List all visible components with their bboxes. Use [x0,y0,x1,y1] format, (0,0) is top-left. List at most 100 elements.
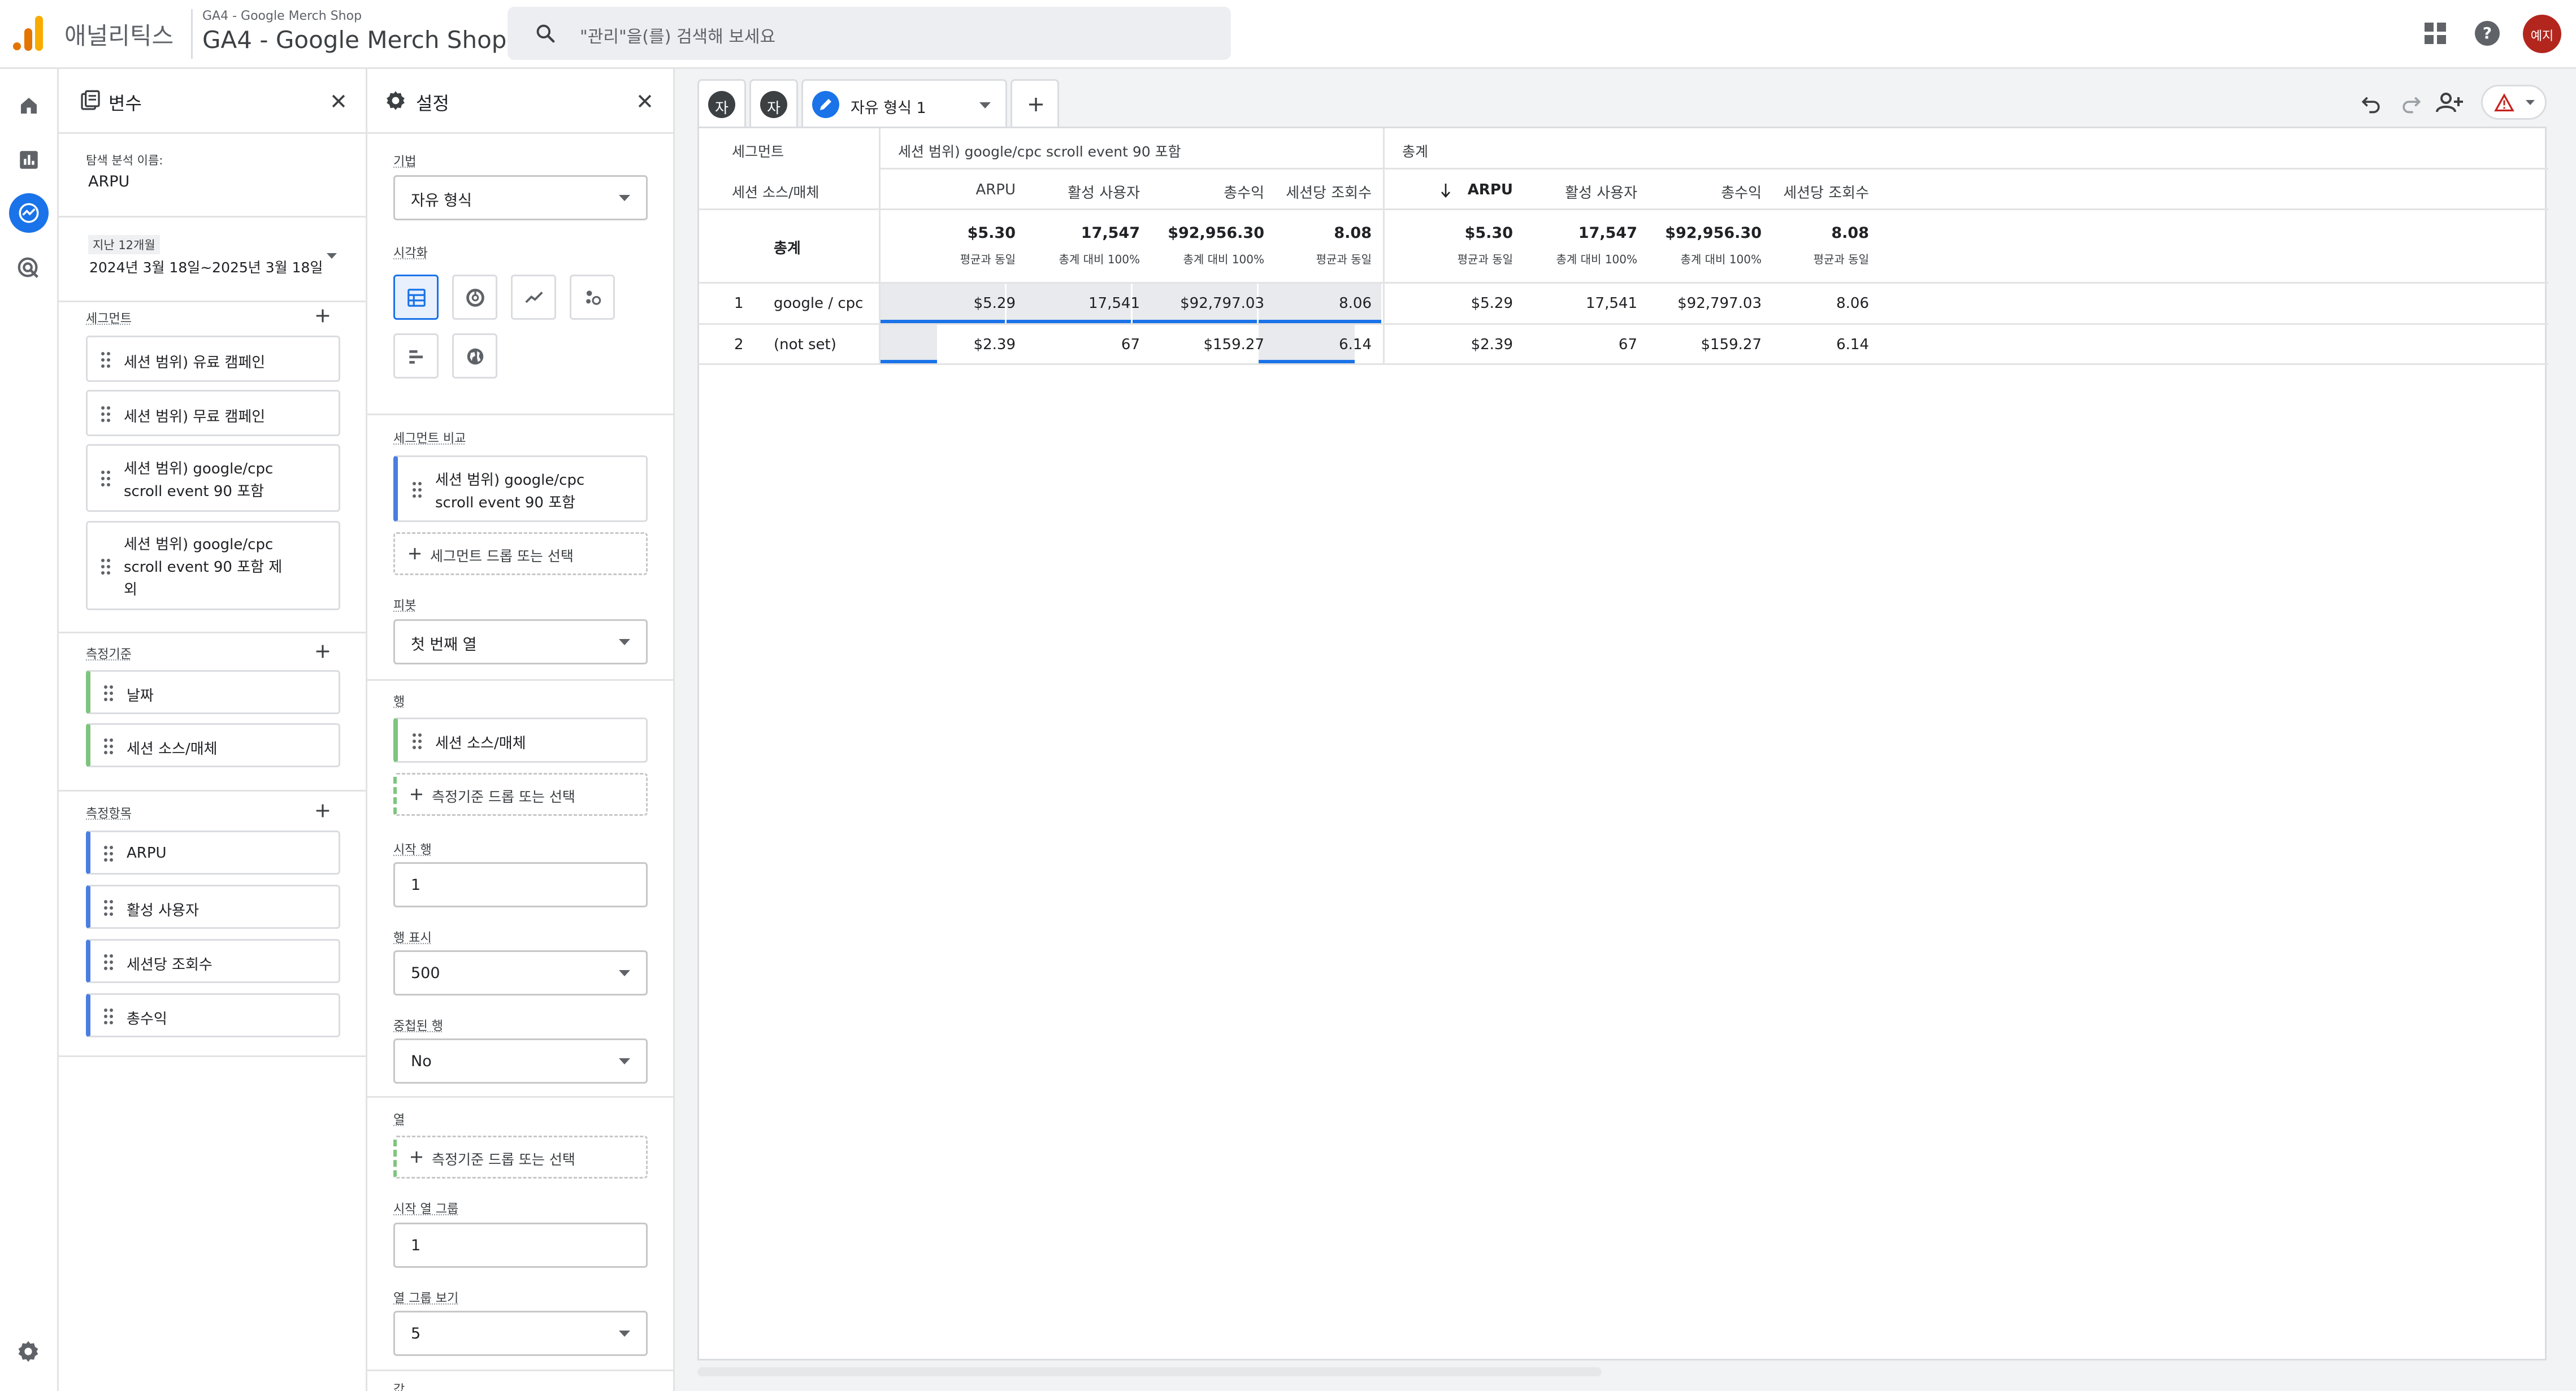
metric-chip[interactable]: 세션당 조회수 [86,939,340,983]
viz-donut-button[interactable] [452,275,497,320]
dimension-chip[interactable]: 날짜 [86,670,340,714]
close-icon[interactable] [635,92,654,111]
divider [59,790,367,792]
viz-table-button[interactable] [393,275,439,320]
search-bar[interactable]: "관리"을(를) 검색해 보세요 [508,7,1231,60]
share-user-icon[interactable] [2435,89,2464,116]
column-header-views-per-session[interactable]: 세션당 조회수 [1264,181,1372,202]
segment-drop-zone[interactable]: 세그먼트 드롭 또는 선택 [393,532,648,575]
show-col-groups-select[interactable]: 5 [393,1311,648,1356]
drag-handle-icon[interactable] [104,685,113,701]
segment-label-line2: scroll event 90 포함 제 [124,559,283,576]
horizontal-scrollbar[interactable] [697,1367,1602,1376]
drag-handle-icon[interactable] [104,954,113,970]
divider [59,301,367,302]
product-name[interactable]: 애널리틱스 [64,17,174,51]
totals-group-title: 총계 [1402,144,1429,160]
segment-chip[interactable]: 세션 범위) google/cpc scroll event 90 포함 [86,444,340,512]
row-dimension-drop-zone[interactable]: 측정기준 드롭 또는 선택 [393,773,648,816]
date-range-picker[interactable]: 지난 12개월 2024년 3월 18일~2025년 3월 18일 [85,232,345,282]
search-input[interactable]: "관리"을(를) 검색해 보세요 [580,23,775,47]
add-tab-button[interactable] [1011,79,1059,127]
drag-handle-icon[interactable] [104,1009,113,1024]
segment-group-title: 세션 범위) google/cpc scroll event 90 포함 [898,144,1181,160]
start-col-group-input[interactable]: 1 [393,1223,648,1268]
table-row[interactable]: 1 google / cpc $5.29 17,541 $92,797.03 8… [699,284,2548,323]
dimension-chip[interactable]: 세션 소스/매체 [86,723,340,767]
column-header-arpu[interactable]: ARPU [914,181,1016,198]
add-icon [408,786,425,803]
home-icon[interactable] [17,94,41,118]
drag-handle-icon[interactable] [101,471,110,486]
reports-icon[interactable] [17,148,41,172]
advertising-icon[interactable] [16,255,42,281]
drag-handle-icon[interactable] [101,352,110,368]
add-dimension-icon[interactable] [313,642,332,661]
start-row-value: 1 [411,876,421,894]
viz-scatter-button[interactable] [570,275,615,320]
drag-handle-icon[interactable] [104,900,113,916]
dimension-column-header[interactable]: 세션 소스/매체 [732,181,819,202]
drag-handle-icon[interactable] [413,733,422,749]
start-row-input[interactable]: 1 [393,862,648,907]
tab-label: 자 [767,100,780,117]
add-segment-icon[interactable] [313,306,332,325]
analytics-logo-icon[interactable] [12,16,44,51]
tab-active[interactable]: 자유 형식 1 [801,79,1007,127]
segment-chip[interactable]: 세션 범위) 유료 캠페인 [86,336,340,382]
drag-handle-icon[interactable] [104,846,113,862]
total-value: $5.30 [967,224,1016,242]
pivot-select[interactable]: 첫 번째 열 [393,619,648,664]
drag-handle-icon[interactable] [101,559,110,575]
viz-line-button[interactable] [511,275,556,320]
segment-chip[interactable]: 세션 범위) google/cpc scroll event 90 포함 제 외 [86,521,340,610]
total-sub: 총계 대비 100% [1680,253,1762,266]
drag-handle-icon[interactable] [101,406,110,422]
close-icon[interactable] [329,92,348,111]
column-header-active-users[interactable]: 활성 사용자 [1524,181,1637,202]
viz-bar-button[interactable] [393,333,439,379]
metric-chip[interactable]: 활성 사용자 [86,885,340,929]
segment-chip[interactable]: 세션 범위) 무료 캠페인 [86,390,340,436]
column-header-total-revenue[interactable]: 총수익 [1649,181,1762,202]
column-header-total-revenue[interactable]: 총수익 [1151,181,1264,202]
redo-icon[interactable] [2399,90,2423,115]
property-name[interactable]: GA4 - Google Merch Shop [202,26,506,54]
drag-handle-icon[interactable] [413,482,422,498]
apps-grid-icon[interactable] [2423,21,2447,45]
tab-inactive[interactable]: 자 [749,79,798,127]
explore-nav-item[interactable] [9,193,49,233]
tab-inactive[interactable]: 자 [697,79,746,127]
donut-chart-icon [465,287,486,308]
metric-chip[interactable]: ARPU [86,831,340,875]
metric-chip[interactable]: 총수익 [86,993,340,1037]
drag-handle-icon[interactable] [104,738,113,754]
admin-settings-icon[interactable] [16,1339,41,1364]
tab-menu-icon[interactable] [979,102,991,108]
column-dimension-drop-zone[interactable]: 측정기준 드롭 또는 선택 [393,1136,648,1179]
add-metric-icon[interactable] [313,801,332,820]
row-dimension-chip[interactable]: 세션 소스/매체 [393,718,648,763]
warning-button[interactable] [2481,85,2547,120]
exploration-name-input[interactable]: ARPU [88,173,129,190]
account-name[interactable]: GA4 - Google Merch Shop [202,9,362,23]
help-icon[interactable]: ? [2474,20,2500,46]
undo-icon[interactable] [2359,90,2384,115]
row-dimension-value[interactable]: (not set) [774,336,836,353]
show-rows-select[interactable]: 500 [393,950,648,996]
edit-pencil-icon[interactable] [812,91,839,118]
start-row-label: 시작 행 [393,843,432,857]
cell-value: 67 [1121,336,1140,353]
viz-geo-button[interactable] [452,333,497,379]
sort-down-arrow-icon[interactable] [1439,182,1452,198]
technique-select[interactable]: 자유 형식 [393,175,648,220]
column-header-arpu-sorted[interactable]: ARPU [1451,181,1513,198]
nested-rows-select[interactable]: No [393,1038,648,1084]
avatar[interactable]: 예지 [2523,15,2561,53]
segment-compare-chip[interactable]: 세션 범위) google/cpc scroll event 90 포함 [393,455,648,522]
column-header-views-per-session[interactable]: 세션당 조회수 [1762,181,1869,202]
table-row[interactable]: 2 (not set) $2.39 67 $159.27 6.14 $2.39 … [699,325,2548,363]
row-dimension-value[interactable]: google / cpc [774,295,863,312]
column-header-active-users[interactable]: 활성 사용자 [1027,181,1140,202]
row-index: 1 [734,295,744,312]
